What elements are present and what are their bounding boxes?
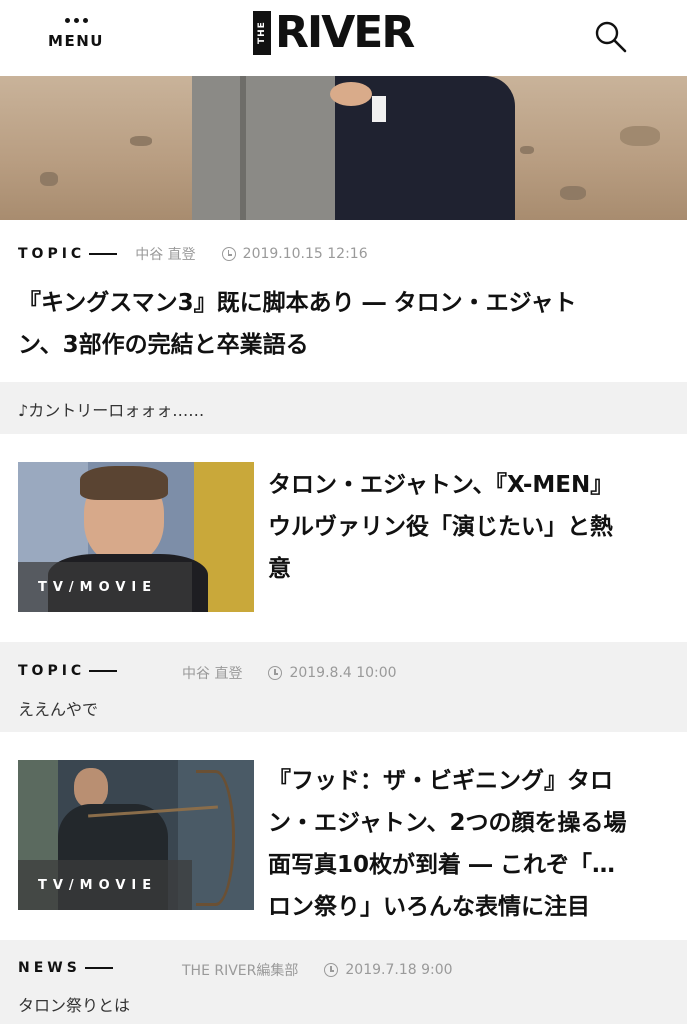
- category-badge: TV/MOVIE: [18, 860, 192, 910]
- hero-title-line2: ン、3部作の完結と卒業語る: [18, 332, 309, 358]
- hero-meta: TOPIC 中谷 直登 2019.10.15 12:16: [18, 244, 368, 264]
- site-logo[interactable]: THE RIVER: [253, 7, 415, 58]
- article-meta-right: THE RIVER編集部 2019.7.18 9:00: [182, 960, 453, 980]
- more-dots-icon: [44, 18, 108, 23]
- site-header: MENU THE RIVER: [0, 0, 687, 76]
- post-date: 2019.10.15 12:16: [242, 246, 368, 262]
- article-title-line4: ロン祭り」いろんな表情に注目: [268, 894, 590, 920]
- category-badge: TV/MOVIE: [18, 562, 192, 612]
- search-icon[interactable]: [592, 18, 628, 54]
- article-title-line3: 意: [268, 556, 291, 582]
- clock-icon: [221, 247, 236, 261]
- menu-label: MENU: [48, 32, 104, 50]
- author-name[interactable]: 中谷 直登: [135, 244, 195, 264]
- category-dash: [89, 253, 118, 255]
- article-title-line3: 面写真10枚が到着 ― これぞ「…: [268, 852, 616, 878]
- post-date: 2019.8.4 10:00: [289, 665, 397, 681]
- hero-image[interactable]: [0, 76, 687, 220]
- category-label[interactable]: TOPIC: [18, 663, 85, 679]
- comment-box: [0, 642, 687, 732]
- article-title[interactable]: 『フッド：ザ・ビギニング』タロ ン・エジャトン、2つの顔を操る場 面写真10枚が…: [268, 760, 668, 928]
- clock-icon: [324, 963, 339, 977]
- hero-title[interactable]: 『キングスマン3』既に脚本あり ― タロン・エジャト ン、3部作の完結と卒業語る: [18, 282, 678, 366]
- article-title-line2: ウルヴァリン役「演じたい」と熱: [268, 514, 613, 540]
- comment-text: ♪カントリーロォォォ……: [18, 401, 205, 420]
- category-label[interactable]: NEWS: [18, 960, 81, 976]
- comment-box: ♪カントリーロォォォ……: [0, 382, 687, 434]
- category-dash: [89, 670, 118, 672]
- clock-icon: [268, 666, 283, 680]
- logo-river: RIVER: [275, 7, 415, 58]
- post-time: 2019.7.18 9:00: [324, 962, 453, 978]
- article-meta: NEWS: [18, 960, 113, 976]
- author-name[interactable]: 中谷 直登: [182, 663, 242, 683]
- hero-title-line1: 『キングスマン3』既に脚本あり ― タロン・エジャト: [18, 290, 577, 316]
- article-meta-right: 中谷 直登 2019.8.4 10:00: [182, 663, 397, 683]
- logo-the: THE: [253, 11, 271, 55]
- post-date: 2019.7.18 9:00: [345, 962, 453, 978]
- category-label[interactable]: TOPIC: [18, 246, 85, 262]
- menu-button[interactable]: MENU: [44, 14, 108, 60]
- post-time: 2019.10.15 12:16: [221, 246, 368, 262]
- comment-text: ええんやで: [18, 700, 99, 719]
- article-thumbnail[interactable]: TV/MOVIE: [18, 760, 254, 910]
- article-title-line2: ン・エジャトン、2つの顔を操る場: [268, 810, 627, 836]
- article-title[interactable]: タロン・エジャトン、『X-MEN』 ウルヴァリン役「演じたい」と熱 意: [268, 464, 668, 590]
- article-title-line1: タロン・エジャトン、『X-MEN』: [268, 472, 614, 498]
- article-thumbnail[interactable]: TV/MOVIE: [18, 462, 254, 612]
- article-meta: TOPIC: [18, 663, 118, 679]
- post-time: 2019.8.4 10:00: [268, 665, 397, 681]
- author-name[interactable]: THE RIVER編集部: [182, 960, 298, 980]
- category-dash: [84, 967, 113, 969]
- article-title-line1: 『フッド：ザ・ビギニング』タロ: [268, 768, 613, 794]
- comment-text: タロン祭りとは: [18, 996, 131, 1015]
